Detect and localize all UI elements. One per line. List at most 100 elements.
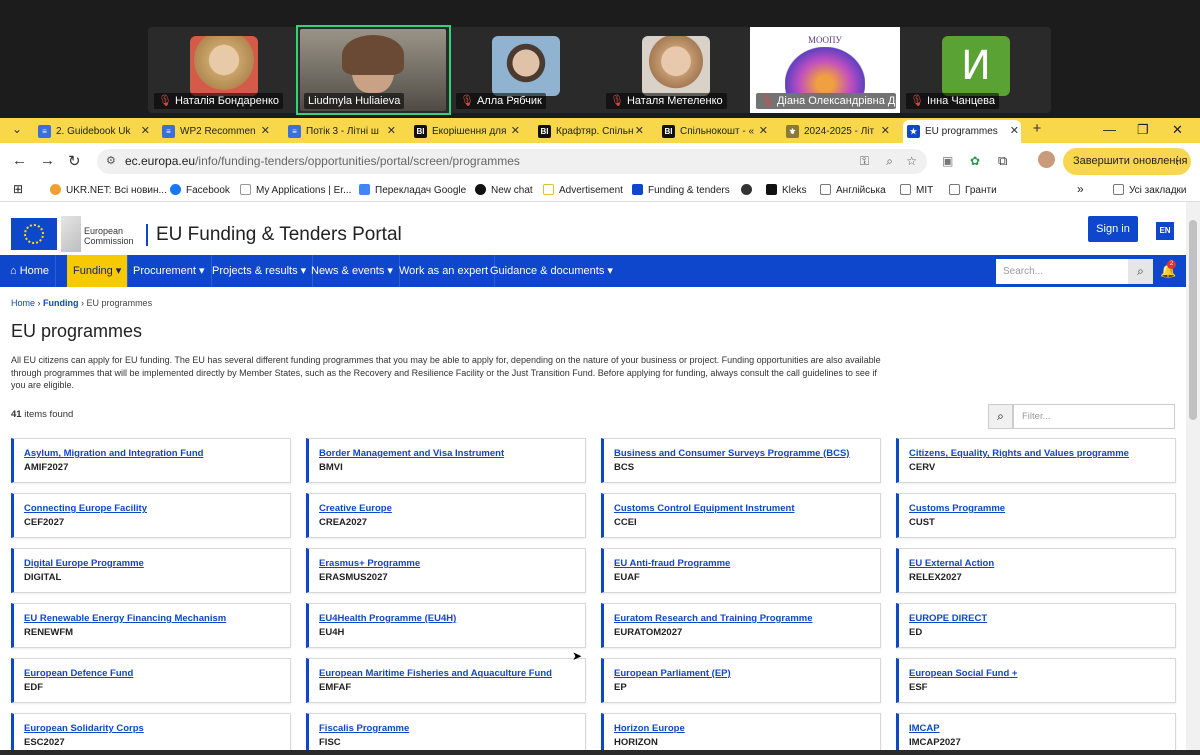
programme-card[interactable]: European Social Fund + ESF (896, 658, 1176, 703)
programme-card[interactable]: EU External Action RELEX2027 (896, 548, 1176, 593)
programme-name-link[interactable]: Fiscalis Programme (319, 723, 409, 734)
key-icon[interactable]: ⚿ (860, 149, 869, 174)
bookmark-item[interactable]: Advertisement (543, 184, 623, 196)
portal-search-input[interactable]: Search... (996, 259, 1128, 284)
programme-card[interactable]: EU4Health Programme (EU4H) EU4H (306, 603, 586, 648)
programme-card[interactable]: IMCAP IMCAP2027 (896, 713, 1176, 755)
programme-name-link[interactable]: Citizens, Equality, Rights and Values pr… (909, 448, 1129, 459)
close-tab-icon[interactable]: ✕ (511, 120, 520, 143)
bookmark-star-icon[interactable]: ☆ (906, 149, 917, 174)
reload-icon[interactable]: ↻ (68, 152, 81, 170)
programme-card[interactable]: European Defence Fund EDF (11, 658, 291, 703)
programme-name-link[interactable]: Customs Control Equipment Instrument (614, 503, 795, 514)
programme-name-link[interactable]: Digital Europe Programme (24, 558, 144, 569)
all-bookmarks-folder[interactable]: Усі закладки (1113, 184, 1187, 196)
programme-card[interactable]: Connecting Europe Facility CEF2027 (11, 493, 291, 538)
programme-name-link[interactable]: European Maritime Fisheries and Aquacult… (319, 668, 552, 679)
browser-tab[interactable]: ≡ WP2 Recommen ✕ (158, 120, 272, 143)
programme-name-link[interactable]: EU External Action (909, 558, 994, 569)
participant-tile[interactable]: 🎙 Наталя Метеленко (600, 27, 748, 113)
forward-icon[interactable]: → (40, 152, 55, 169)
programme-card[interactable]: Creative Europe CREA2027 (306, 493, 586, 538)
programme-card[interactable]: Customs Control Equipment Instrument CCEI (601, 493, 881, 538)
notifications-bell-icon[interactable]: 🔔 2 (1160, 260, 1176, 279)
participant-tile-active[interactable]: Liudmyla Huliaieva (296, 25, 451, 115)
nav-procurement[interactable]: Procurement ▾ (127, 255, 212, 287)
browser-tab[interactable]: ≡ 2. Guidebook Uk ✕ (34, 120, 152, 143)
programme-card[interactable]: EU Anti-fraud Programme EUAF (601, 548, 881, 593)
bookmark-folder[interactable]: Гранти (949, 184, 997, 196)
browser-tab[interactable]: ≡ Потік 3 - Літні ш ✕ (284, 120, 398, 143)
language-selector[interactable]: EN (1156, 222, 1174, 240)
scrollbar-thumb[interactable] (1189, 220, 1197, 420)
programme-name-link[interactable]: Customs Programme (909, 503, 1005, 514)
nav-funding[interactable]: Funding ▾ (67, 255, 129, 287)
filter-input[interactable]: Filter... (1013, 404, 1175, 429)
bookmark-folder[interactable]: MIT (900, 184, 933, 196)
programme-card[interactable]: Business and Consumer Surveys Programme … (601, 438, 881, 483)
bookmark-item[interactable]: Kleks (766, 184, 806, 196)
bookmark-folder[interactable]: Англійська (820, 184, 886, 196)
browser-tab[interactable]: BI Спільнокошт - « ✕ (658, 120, 770, 143)
bookmark-item[interactable]: My Applications | Er... (240, 184, 351, 196)
close-window-icon[interactable]: ✕ (1172, 122, 1183, 138)
filter-search-icon[interactable]: ⌕ (988, 404, 1013, 429)
programme-card[interactable]: Asylum, Migration and Integration Fund AM… (11, 438, 291, 483)
breadcrumb-funding[interactable]: Funding (43, 298, 79, 308)
url-bar[interactable]: ⚙ ec.europa.eu/info/funding-tenders/oppo… (97, 149, 927, 174)
profile-avatar[interactable] (1038, 151, 1055, 168)
programme-card[interactable]: European Solidarity Corps ESC2027 (11, 713, 291, 755)
close-tab-icon[interactable]: ✕ (635, 120, 644, 143)
browser-tab-active[interactable]: ★ EU programmes ✕ (903, 120, 1021, 143)
programme-name-link[interactable]: EUROPE DIRECT (909, 613, 987, 624)
programme-card[interactable]: Border Management and Visa Instrument BMV… (306, 438, 586, 483)
apps-grid-icon[interactable]: ⊞ (13, 182, 23, 196)
search-icon[interactable]: ⌕ (1128, 259, 1153, 284)
programme-name-link[interactable]: European Parliament (EP) (614, 668, 731, 679)
programme-card[interactable]: EU Renewable Energy Financing Mechanism R… (11, 603, 291, 648)
bookmark-item[interactable]: UKR.NET: Всі новин... (50, 184, 167, 196)
nav-work-as-expert[interactable]: Work as an expert (393, 255, 496, 287)
programme-name-link[interactable]: European Solidarity Corps (24, 723, 144, 734)
browser-tab[interactable]: BI Крафтяр. Спільн ✕ (534, 120, 646, 143)
sign-in-button[interactable]: Sign in (1088, 216, 1138, 242)
programme-card[interactable]: EUROPE DIRECT ED (896, 603, 1176, 648)
update-button[interactable]: Завершити оновлення ⋮ (1063, 148, 1191, 175)
extension-icon[interactable]: ▣ (942, 154, 953, 168)
breadcrumb-home[interactable]: Home (11, 298, 35, 308)
participant-tile[interactable]: 🎙 Алла Рябчик (450, 27, 598, 113)
programme-card[interactable]: European Maritime Fisheries and Aquacult… (306, 658, 586, 703)
minimize-icon[interactable]: — (1103, 122, 1116, 137)
browser-tab[interactable]: BI Екорішення для ✕ (410, 120, 522, 143)
programme-card[interactable]: Citizens, Equality, Rights and Values pr… (896, 438, 1176, 483)
programme-name-link[interactable]: EU Anti-fraud Programme (614, 558, 730, 569)
tab-search-icon[interactable]: ⌄ (8, 122, 26, 139)
zoom-icon[interactable]: ⌕ (886, 149, 893, 174)
back-icon[interactable]: ← (12, 152, 27, 169)
nav-home[interactable]: ⌂ Home (6, 255, 57, 287)
extension-icon[interactable]: ✿ (970, 154, 980, 168)
programme-name-link[interactable]: Connecting Europe Facility (24, 503, 147, 514)
close-tab-icon[interactable]: ✕ (759, 120, 768, 143)
participant-tile[interactable]: МООПУ 🎙Діана Олександрівна Де... (750, 27, 900, 113)
close-tab-icon[interactable]: ✕ (387, 120, 396, 143)
programme-name-link[interactable]: Creative Europe (319, 503, 392, 514)
extensions-puzzle-icon[interactable]: ⧉ (998, 153, 1007, 169)
bookmark-item[interactable]: Перекладач Google (359, 184, 466, 196)
close-tab-icon[interactable]: ✕ (881, 120, 890, 143)
new-tab-icon[interactable]: + (1028, 120, 1046, 137)
participant-tile[interactable]: 🎙 Наталія Бондаренко (148, 27, 296, 113)
bookmark-item[interactable] (741, 184, 757, 196)
programme-name-link[interactable]: Erasmus+ Programme (319, 558, 420, 569)
programme-name-link[interactable]: Horizon Europe (614, 723, 685, 734)
programme-card[interactable]: Horizon Europe HORIZON (601, 713, 881, 755)
portal-title[interactable]: EU Funding & Tenders Portal (146, 224, 402, 246)
programme-card[interactable]: European Parliament (EP) EP (601, 658, 881, 703)
programme-name-link[interactable]: European Defence Fund (24, 668, 133, 679)
programme-name-link[interactable]: IMCAP (909, 723, 940, 734)
programme-name-link[interactable]: European Social Fund + (909, 668, 1017, 679)
programme-name-link[interactable]: Euratom Research and Training Programme (614, 613, 813, 624)
site-info-icon[interactable]: ⚙ (106, 149, 116, 174)
nav-projects-results[interactable]: Projects & results ▾ (206, 255, 314, 287)
browser-tab[interactable]: ⚜ 2024-2025 - Літ ✕ (782, 120, 892, 143)
